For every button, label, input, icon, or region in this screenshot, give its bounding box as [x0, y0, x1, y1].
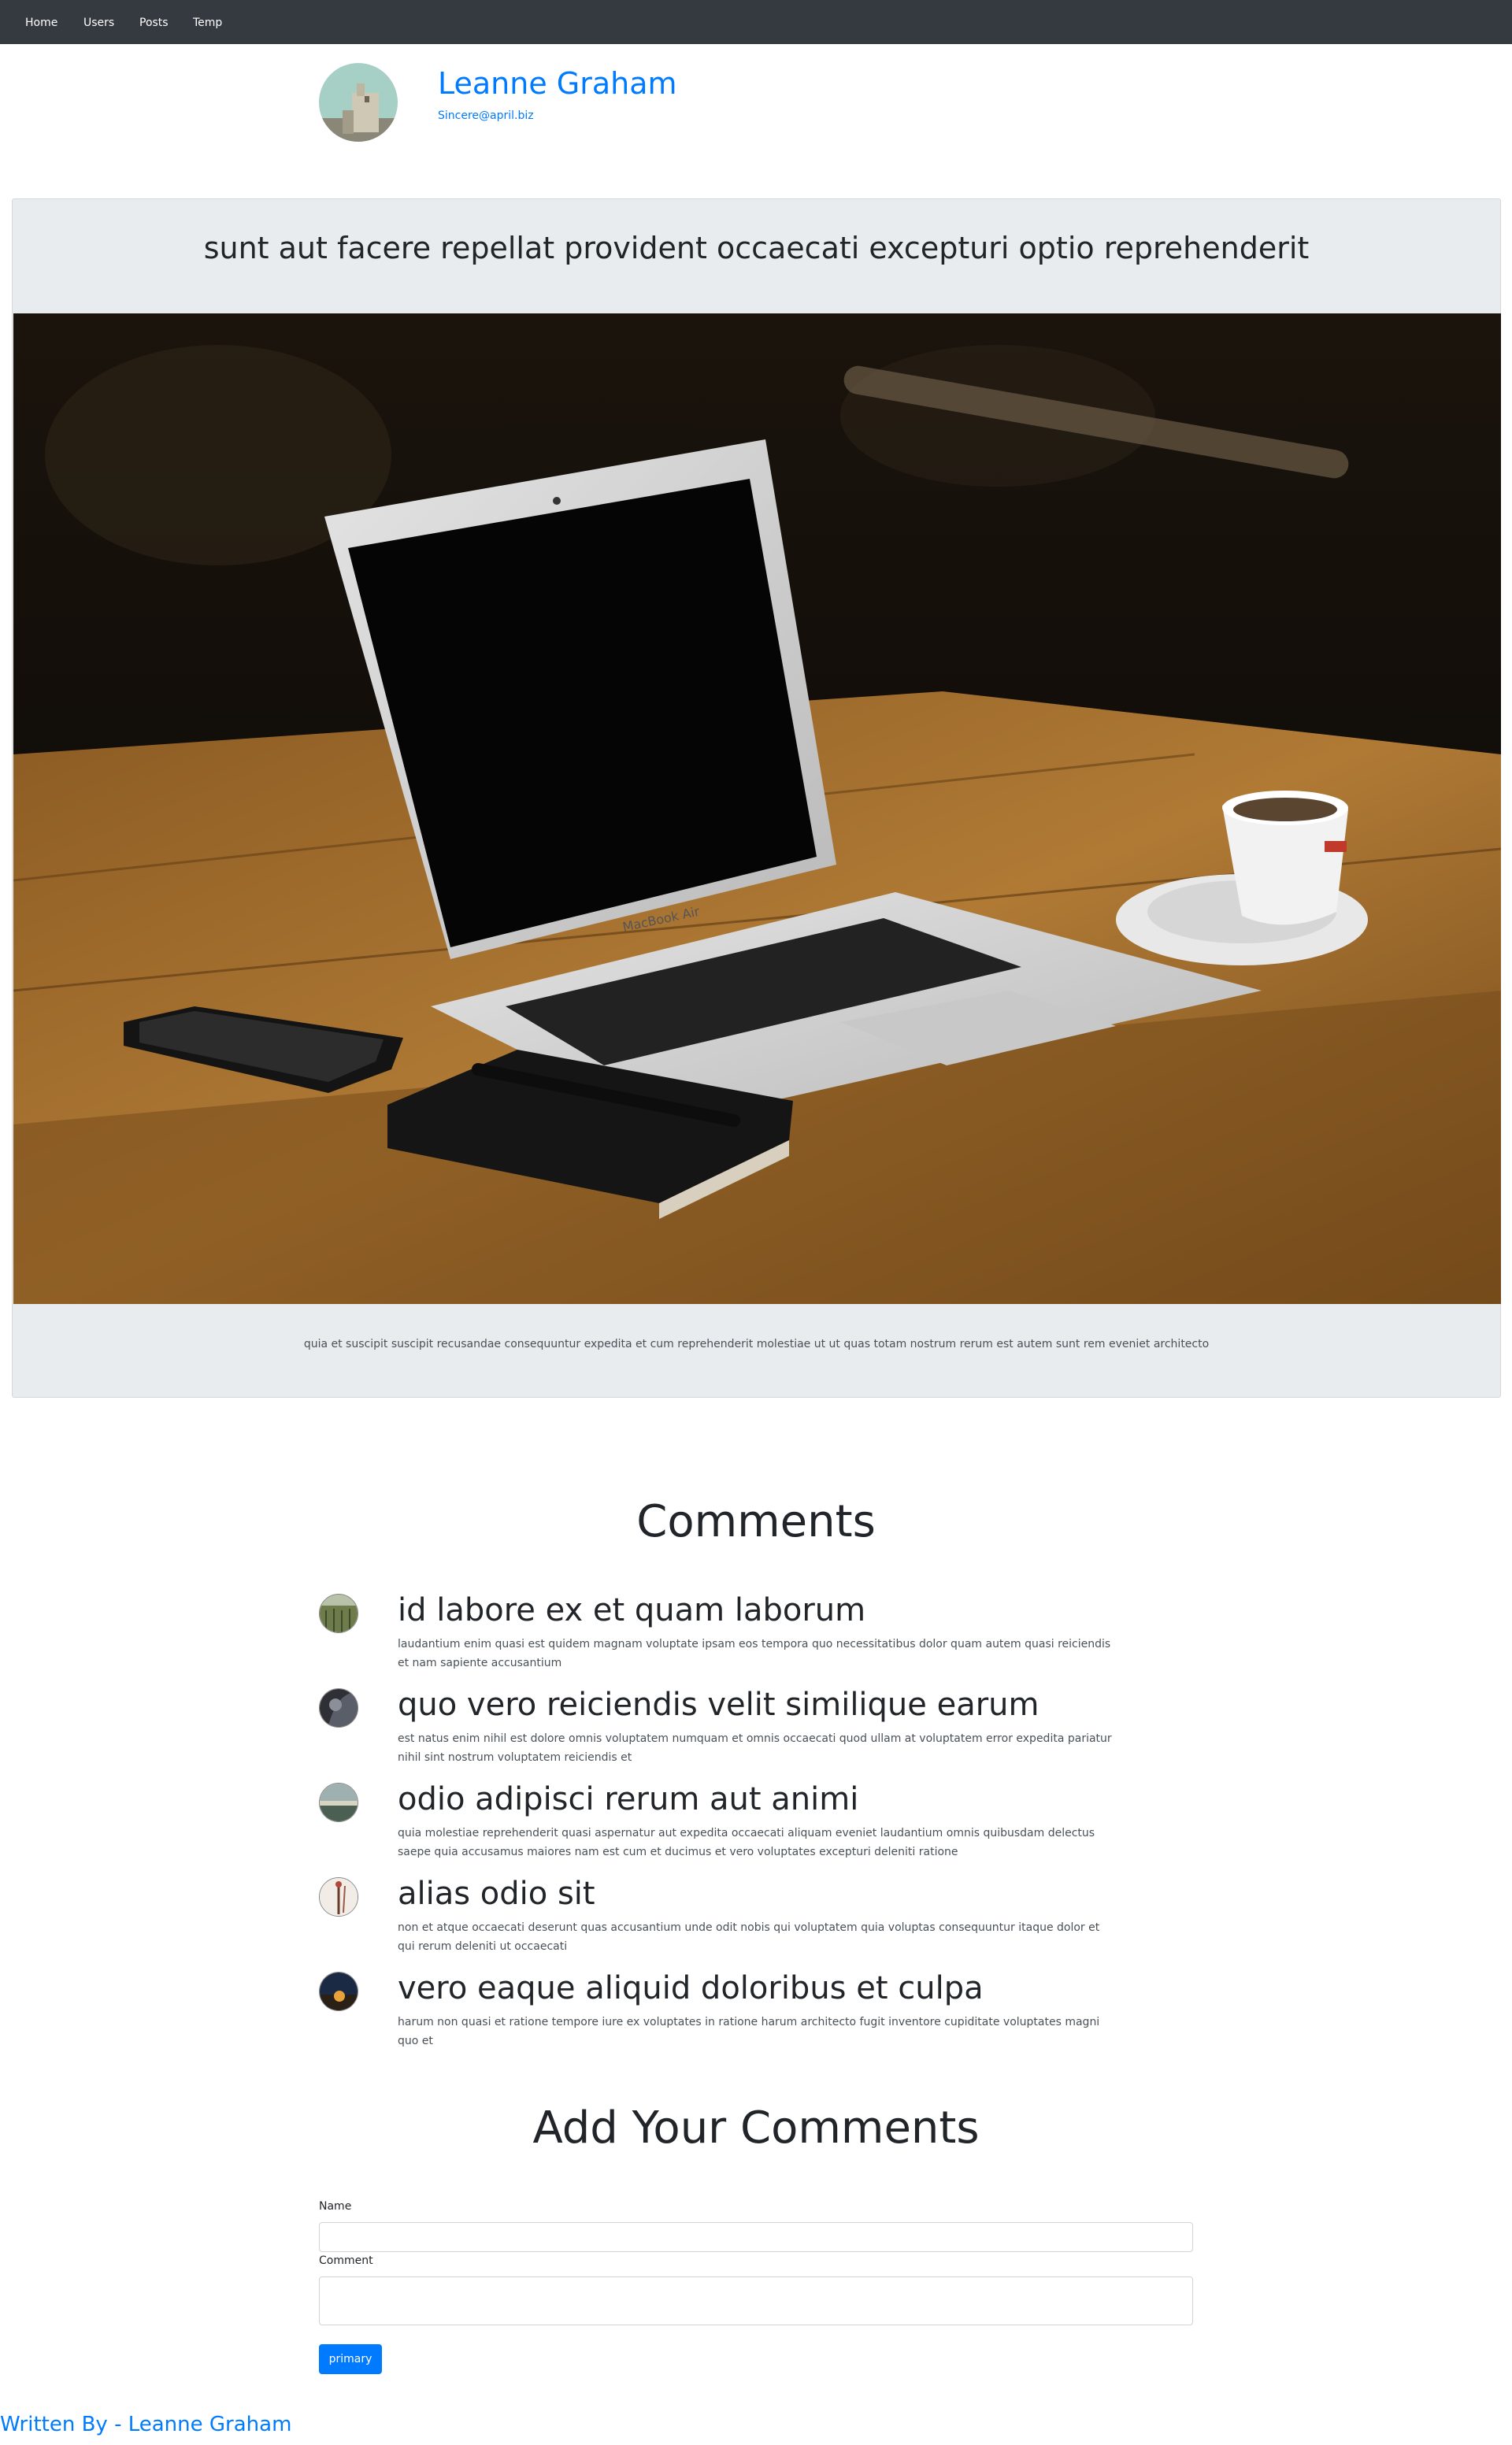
nav-link-temp[interactable]: Temp — [193, 16, 222, 30]
comment-body: harum non quasi et ratione tempore iure … — [398, 2016, 1100, 2047]
author-email[interactable]: Sincere@april.biz — [438, 109, 534, 123]
comment-label: Comment — [319, 2254, 373, 2267]
post-body: quia et suscipit suscipit recusandae con… — [303, 1338, 1210, 1350]
submit-button[interactable]: primary — [319, 2344, 382, 2374]
comment-title: id labore ex et quam laborum — [398, 1592, 866, 1628]
nav-link-users[interactable]: Users — [83, 16, 114, 30]
name-input[interactable] — [319, 2222, 1193, 2252]
nav-link-home[interactable]: Home — [25, 16, 57, 30]
comment-body: est natus enim nihil est dolore omnis vo… — [398, 1732, 1112, 1764]
author-avatar — [319, 63, 398, 142]
add-comment-heading: Add Your Comments — [532, 2102, 980, 2154]
comment-title: odio adipisci rerum aut animi — [398, 1781, 859, 1817]
comment-avatar — [319, 1877, 358, 1917]
comment-textarea[interactable] — [319, 2276, 1193, 2325]
comment-avatar — [319, 1688, 358, 1728]
comment-title: alias odio sit — [398, 1876, 595, 1912]
comment-avatar — [319, 1783, 358, 1822]
comment-title: vero eaque aliquid doloribus et culpa — [398, 1970, 984, 2006]
top-navbar: Home Users Posts Temp — [0, 0, 1512, 44]
comment-body: non et atque occaecati deserunt quas acc… — [398, 1921, 1100, 1953]
comment-avatar — [319, 1594, 358, 1633]
nav-link-posts[interactable]: Posts — [139, 16, 169, 30]
comment-body: laudantium enim quasi est quidem magnam … — [398, 1638, 1111, 1669]
author-name[interactable]: Leanne Graham — [438, 65, 677, 102]
post-card: sunt aut facere repellat provident occae… — [12, 198, 1501, 1398]
post-image: MacBook Air — [13, 313, 1501, 1304]
name-label: Name — [319, 2200, 352, 2213]
comments-heading: Comments — [636, 1496, 876, 1547]
comment-body: quia molestiae reprehenderit quasi asper… — [398, 1827, 1095, 1858]
footer-author: Written By - Leanne Graham — [0, 2413, 292, 2436]
comment-avatar — [319, 1972, 358, 2011]
comment-title: quo vero reiciendis velit similique earu… — [398, 1687, 1040, 1723]
post-title: sunt aut facere repellat provident occae… — [203, 231, 1310, 265]
